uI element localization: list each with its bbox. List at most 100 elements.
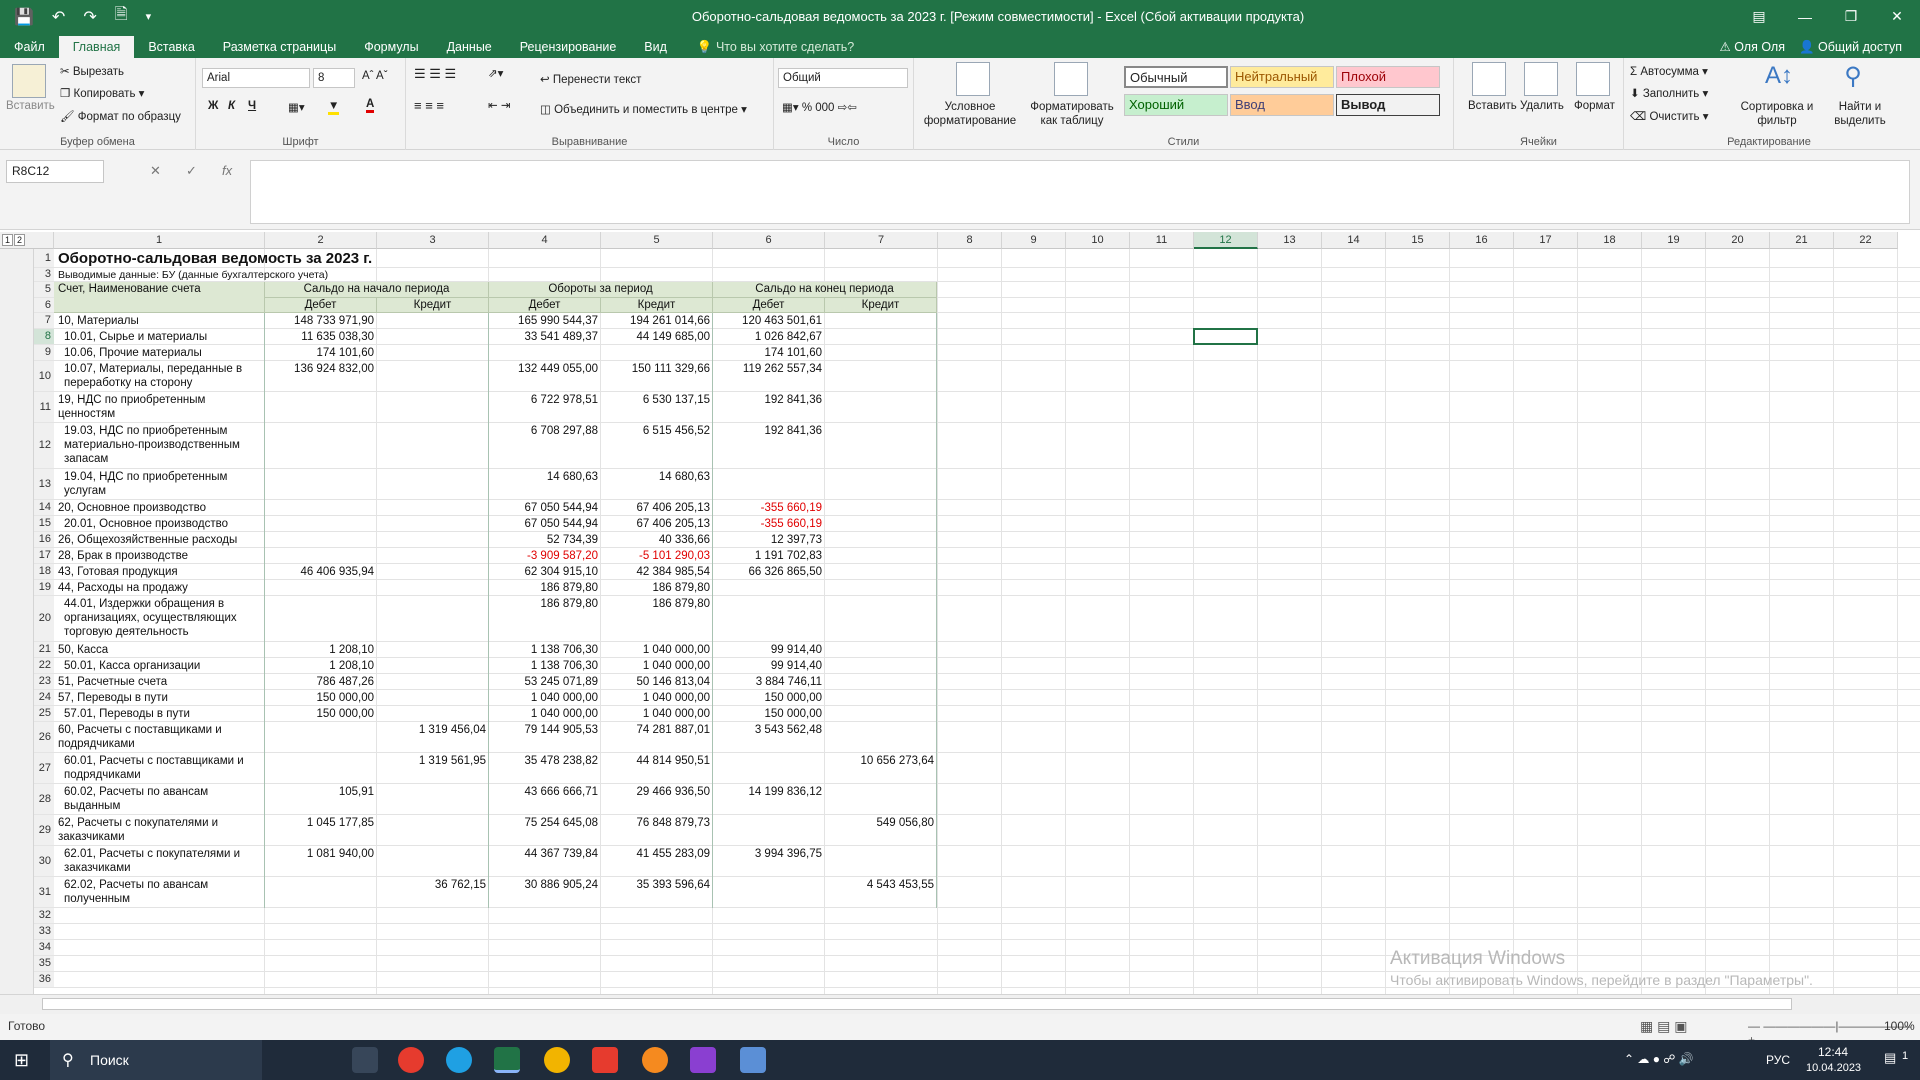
amount-cell[interactable]: 120 463 501,61 — [713, 314, 825, 329]
amount-cell[interactable] — [713, 597, 825, 642]
amount-cell[interactable] — [265, 723, 377, 753]
app3-icon[interactable] — [740, 1047, 766, 1073]
row-header[interactable]: 24 — [34, 690, 54, 706]
amount-cell[interactable] — [265, 470, 377, 500]
align-left-icon[interactable]: ≡ ≡ ≡ — [414, 98, 444, 113]
save-icon[interactable]: 💾 — [14, 7, 34, 27]
amount-cell[interactable]: -3 909 587,20 — [489, 549, 601, 564]
undo-icon[interactable]: ↶ — [52, 7, 65, 27]
row-header[interactable]: 7 — [34, 313, 54, 329]
formula-input[interactable] — [250, 160, 1910, 224]
account-name[interactable] — [58, 973, 259, 988]
row-header[interactable]: 25 — [34, 706, 54, 722]
amount-cell[interactable]: 1 040 000,00 — [601, 659, 713, 674]
amount-cell[interactable]: 1 040 000,00 — [601, 643, 713, 658]
column-header[interactable]: 20 — [1706, 232, 1770, 249]
amount-cell[interactable]: 62 304 915,10 — [489, 565, 601, 580]
tell-me-box[interactable]: 💡 Что вы хотите сделать? — [681, 36, 854, 58]
amount-cell[interactable]: -355 660,19 — [713, 501, 825, 516]
header-debit[interactable]: Дебет — [265, 298, 377, 313]
row-header[interactable]: 33 — [34, 924, 54, 940]
row-header[interactable]: 11 — [34, 392, 54, 423]
copy-button[interactable]: ❐ Копировать ▾ — [60, 86, 144, 100]
share-button[interactable]: 👤 Общий доступ — [1799, 36, 1902, 58]
amount-cell[interactable] — [377, 909, 489, 924]
column-header[interactable]: 9 — [1002, 232, 1066, 249]
app-icon[interactable] — [642, 1047, 668, 1073]
amount-cell[interactable] — [377, 549, 489, 564]
minimize-button[interactable]: — — [1782, 9, 1828, 25]
borders-icon[interactable]: ▦▾ — [288, 100, 305, 114]
insert-cells-button[interactable]: Вставить — [1468, 100, 1517, 112]
tab-view[interactable]: Вид — [630, 36, 681, 58]
row-header[interactable]: 9 — [34, 345, 54, 361]
amount-cell[interactable]: 42 384 985,54 — [601, 565, 713, 580]
tab-home[interactable]: Главная — [58, 36, 135, 58]
amount-cell[interactable] — [377, 707, 489, 722]
amount-cell[interactable]: 3 884 746,11 — [713, 675, 825, 690]
header-closing[interactable]: Сальдо на конец периода — [713, 282, 937, 298]
amount-cell[interactable]: 74 281 887,01 — [601, 723, 713, 753]
underline-button[interactable]: Ч — [248, 100, 256, 112]
row-header[interactable]: 13 — [34, 469, 54, 500]
amount-cell[interactable]: 53 245 071,89 — [489, 675, 601, 690]
amount-cell[interactable]: 4 543 453,55 — [825, 878, 937, 908]
account-name[interactable]: 44, Расходы на продажу — [58, 581, 259, 596]
style-bad[interactable]: Плохой — [1336, 66, 1440, 88]
amount-cell[interactable] — [825, 470, 937, 500]
amount-cell[interactable]: 67 406 205,13 — [601, 517, 713, 532]
amount-cell[interactable] — [601, 973, 713, 988]
row-header[interactable]: 21 — [34, 642, 54, 658]
column-header[interactable]: 17 — [1514, 232, 1578, 249]
amount-cell[interactable] — [825, 330, 937, 345]
amount-cell[interactable]: 1 138 706,30 — [489, 643, 601, 658]
style-good[interactable]: Хороший — [1124, 94, 1228, 116]
font-size-select[interactable]: 8 — [313, 68, 355, 88]
amount-cell[interactable] — [825, 393, 937, 423]
account-name[interactable]: 10.06, Прочие материалы — [64, 346, 259, 361]
row-header[interactable]: 35 — [34, 956, 54, 972]
paste-icon[interactable] — [12, 64, 46, 98]
amount-cell[interactable]: 1 045 177,85 — [265, 816, 377, 846]
account-name[interactable]: 62.01, Расчеты с покупателями и заказчик… — [64, 847, 259, 877]
amount-cell[interactable]: 11 635 038,30 — [265, 330, 377, 345]
currency-icon[interactable]: ▦▾ % 000 ⇨⇦ — [782, 100, 857, 114]
amount-cell[interactable]: 1 040 000,00 — [489, 691, 601, 706]
account-name[interactable]: 50.01, Касса организации — [64, 659, 259, 674]
amount-cell[interactable]: 44 149 685,00 — [601, 330, 713, 345]
amount-cell[interactable] — [713, 878, 825, 908]
row-header[interactable]: 8 — [34, 329, 54, 345]
amount-cell[interactable] — [825, 973, 937, 988]
amount-cell[interactable]: 50 146 813,04 — [601, 675, 713, 690]
amount-cell[interactable]: 29 466 936,50 — [601, 785, 713, 815]
amount-cell[interactable] — [377, 330, 489, 345]
insert-cells-icon[interactable] — [1472, 62, 1506, 96]
column-header[interactable]: 10 — [1066, 232, 1130, 249]
account-name[interactable] — [58, 925, 259, 940]
style-output[interactable]: Вывод — [1336, 94, 1440, 116]
column-header[interactable]: 19 — [1642, 232, 1706, 249]
format-as-table-button[interactable]: Форматировать как таблицу — [1022, 100, 1122, 128]
column-header[interactable]: 2 — [265, 232, 377, 249]
amount-cell[interactable]: 174 101,60 — [265, 346, 377, 361]
sort-filter-icon[interactable]: A↕ — [1762, 62, 1796, 96]
fill-button[interactable]: ⬇ Заполнить ▾ — [1630, 86, 1708, 100]
skype-icon[interactable] — [446, 1047, 472, 1073]
amount-cell[interactable]: 35 393 596,64 — [601, 878, 713, 908]
column-header[interactable]: 22 — [1834, 232, 1898, 249]
amount-cell[interactable]: 1 319 456,04 — [377, 723, 489, 753]
amount-cell[interactable]: 12 397,73 — [713, 533, 825, 548]
scroll-thumb[interactable] — [42, 998, 1792, 1010]
worksheet[interactable]: 1 2 3 4 5 6 7 8 9 10 11 12 13 14 15 16 17 18 19 20 21 22 1 Обо… — [0, 232, 1920, 994]
amount-cell[interactable] — [265, 501, 377, 516]
amount-cell[interactable] — [377, 362, 489, 392]
customize-qat-icon[interactable]: ▾ — [146, 10, 152, 23]
amount-cell[interactable] — [825, 941, 937, 956]
amount-cell[interactable]: 1 040 000,00 — [601, 691, 713, 706]
number-format-select[interactable]: Общий — [778, 68, 908, 88]
header-credit[interactable]: Кредит — [601, 298, 713, 313]
amount-cell[interactable]: 165 990 544,37 — [489, 314, 601, 329]
account-name[interactable]: 20, Основное производство — [58, 501, 259, 516]
header-debit[interactable]: Дебет — [489, 298, 601, 313]
amount-cell[interactable] — [377, 941, 489, 956]
